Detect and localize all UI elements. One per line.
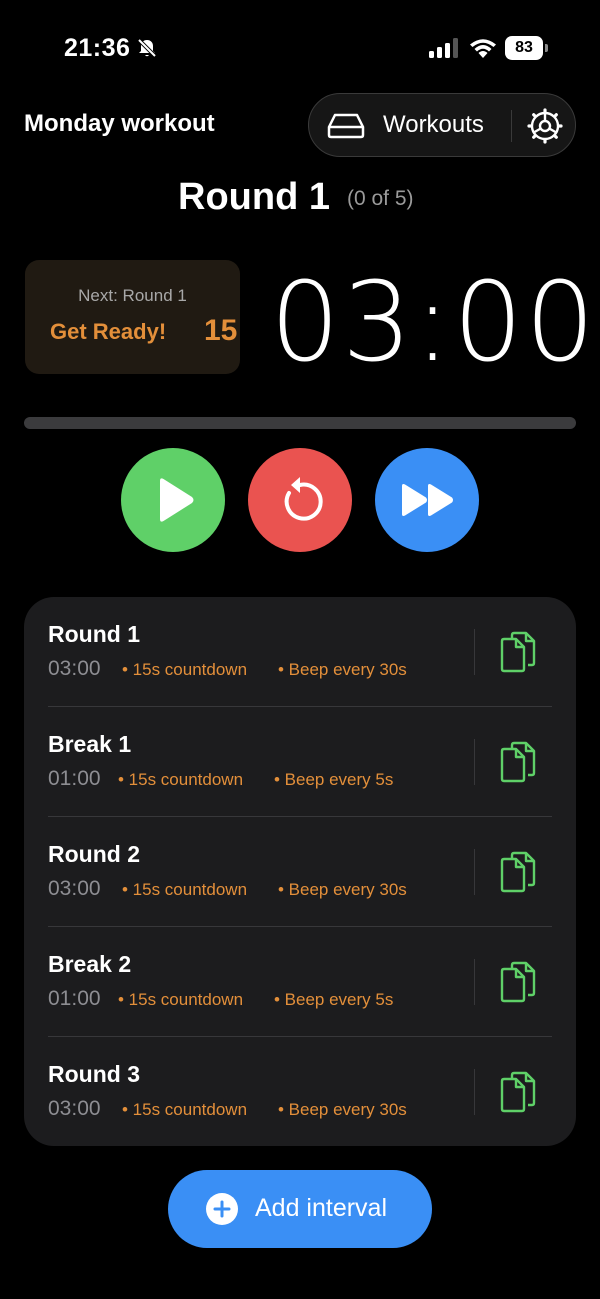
copy-icon[interactable] (498, 741, 538, 783)
skip-forward-button[interactable] (375, 448, 479, 552)
get-ready-countdown: 15 (204, 314, 238, 347)
play-icon (160, 478, 194, 522)
interval-beep-tag: • Beep every 30s (278, 880, 407, 899)
interval-countdown-tag: • 15s countdown (122, 660, 248, 679)
interval-row[interactable]: Round 3 03:00 • 15s countdown • Beep eve… (24, 1037, 576, 1147)
interval-duration: 03:00 (48, 877, 101, 900)
interval-name: Round 2 (48, 841, 140, 867)
interval-row[interactable]: Round 2 03:00 • 15s countdown • Beep eve… (24, 817, 576, 927)
pill-divider (511, 110, 512, 142)
reset-button[interactable] (248, 448, 352, 552)
battery-icon: 83 (505, 36, 549, 60)
interval-name: Round 3 (48, 1061, 140, 1087)
signal-icon (429, 38, 458, 58)
wifi-icon (470, 39, 496, 58)
interval-duration: 01:00 (48, 987, 101, 1010)
interval-name: Break 1 (48, 731, 132, 757)
play-button[interactable] (121, 448, 225, 552)
interval-countdown-tag: • 15s countdown (122, 1100, 248, 1119)
header-actions: Workouts (308, 93, 576, 157)
interval-beep-tag: • Beep every 30s (278, 1100, 407, 1119)
interval-beep-tag: • Beep every 5s (274, 770, 394, 789)
interval-name: Break 2 (48, 951, 132, 977)
gear-icon[interactable] (527, 108, 563, 144)
add-interval-button[interactable]: Add interval (168, 1170, 432, 1248)
get-ready-label: Get Ready! (50, 319, 167, 344)
interval-row[interactable]: Break 1 01:00 • 15s countdown • Beep eve… (24, 707, 576, 817)
workout-name[interactable]: Monday workout (24, 110, 215, 138)
status-time: 21:36 (64, 34, 131, 62)
copy-icon[interactable] (498, 961, 538, 1003)
interval-row[interactable]: Break 2 01:00 • 15s countdown • Beep eve… (24, 927, 576, 1037)
interval-progress-bar (24, 417, 576, 429)
row-divider (474, 739, 475, 785)
interval-name: Round 1 (48, 621, 140, 647)
interval-countdown-tag: • 15s countdown (118, 770, 244, 789)
interval-duration: 03:00 (48, 657, 101, 680)
copy-icon[interactable] (498, 631, 538, 673)
row-divider (474, 849, 475, 895)
interval-countdown-tag: • 15s countdown (118, 990, 244, 1009)
interval-countdown-tag: • 15s countdown (122, 880, 248, 899)
interval-duration: 03:00 (48, 1097, 101, 1120)
next-interval-card: Next: Round 1 Get Ready! 15 (25, 260, 240, 374)
main-timer: 03:00 (270, 258, 598, 386)
interval-list: Round 1 03:00 • 15s countdown • Beep eve… (24, 597, 576, 1146)
row-divider (474, 959, 475, 1005)
bell-slash-icon (137, 38, 157, 58)
copy-icon[interactable] (498, 1071, 538, 1113)
status-bar: 21:36 83 (0, 0, 600, 96)
interval-row[interactable]: Round 1 03:00 • 15s countdown • Beep eve… (24, 597, 576, 707)
interval-beep-tag: • Beep every 30s (278, 660, 407, 679)
workouts-label: Workouts (383, 111, 484, 138)
reset-icon (284, 477, 323, 521)
next-interval-label: Next: Round 1 (78, 286, 187, 305)
round-title: Round 1 (178, 176, 330, 218)
round-progress: (0 of 5) (347, 187, 414, 210)
plus-circle-icon (206, 1193, 238, 1225)
row-divider (474, 1069, 475, 1115)
interval-duration: 01:00 (48, 767, 101, 790)
interval-beep-tag: • Beep every 5s (274, 990, 394, 1009)
copy-icon[interactable] (498, 851, 538, 893)
battery-level: 83 (515, 39, 533, 56)
add-interval-label: Add interval (255, 1194, 388, 1222)
drive-icon (327, 113, 365, 139)
row-divider (474, 629, 475, 675)
skip-forward-icon (402, 484, 453, 516)
